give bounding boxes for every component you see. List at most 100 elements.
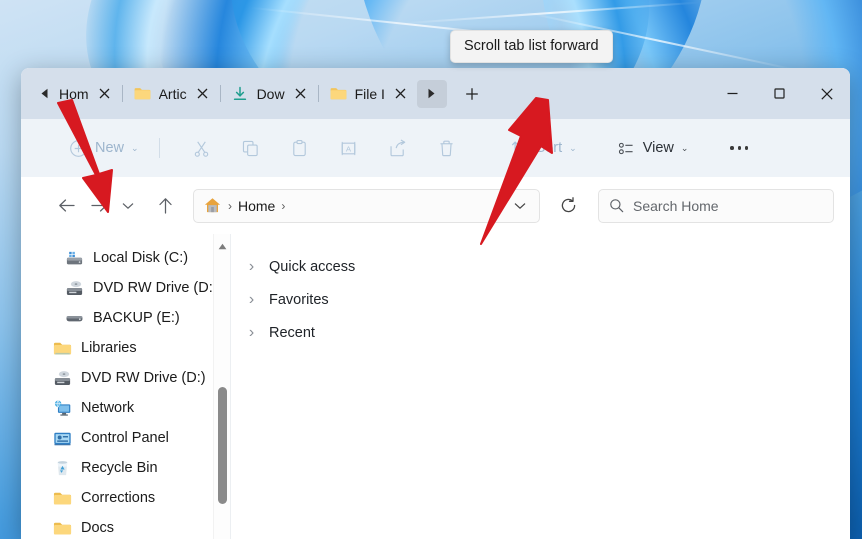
sort-button[interactable]: Sort ⌄ [502,131,585,165]
caret-left-icon [41,88,47,99]
sidebar-item-network[interactable]: Network [21,393,230,423]
view-label: View [642,140,674,156]
sidebar-item-backup-e[interactable]: BACKUP (E:) [21,303,230,333]
sidebar-item-label: Network [81,400,135,416]
tab-label: Hom [59,85,89,102]
chevron-right-icon: › [248,290,255,308]
refresh-button[interactable] [553,191,583,221]
plus-circle-icon [70,139,87,157]
toolbar-divider [158,138,160,158]
tab-separator [317,85,319,102]
close-icon [395,88,406,99]
copy-button[interactable] [233,131,268,165]
tab-file-explorer[interactable]: File I [320,76,417,112]
sidebar-item-label: Local Disk (C:) [93,250,189,266]
file-explorer-window: Hom Artic Dow File I New ⌄ A Sort ⌄ View… [21,68,850,539]
paste-icon [292,139,306,156]
svg-text:A: A [345,144,351,153]
navigation-pane: Local Disk (C:) DVD RW Drive (D:) BACKUP… [21,234,230,539]
chevron-down-icon: ⌄ [131,142,139,153]
back-button[interactable] [51,191,81,221]
tab-close-button[interactable] [289,82,313,106]
group-favorites[interactable]: › Favorites [245,283,850,316]
scroll-tab-list-forward-button[interactable] [416,79,447,108]
cut-icon [194,141,208,157]
tab-label: Artic [158,85,187,102]
downloads-icon [233,86,247,100]
chevron-down-icon: ⌄ [569,142,577,153]
share-button[interactable] [380,131,415,165]
title-bar: Hom Artic Dow File I [21,68,850,119]
breadcrumb-home[interactable]: Home [238,198,275,214]
sidebar-item-libraries[interactable]: Libraries [21,333,230,363]
view-icon [618,142,633,154]
maximize-button[interactable] [756,68,803,119]
content-pane: › Quick access › Favorites › Recent [230,234,850,539]
arrow-right-icon [90,199,107,212]
sidebar-scrollbar[interactable] [213,234,230,539]
sidebar-item-control-panel[interactable]: Control Panel [21,423,230,453]
share-icon [390,138,405,156]
minimize-button[interactable] [709,68,756,119]
tab-downloads[interactable]: Dow [222,76,317,112]
group-recent[interactable]: › Recent [245,316,850,349]
copy-icon [242,140,258,156]
forward-button[interactable] [84,191,114,221]
sidebar-item-dvd-rw-drive-d-2[interactable]: DVD RW Drive (D:) [21,363,230,393]
search-icon [610,199,624,213]
downloads-icon [232,85,249,102]
sidebar-item-label: Libraries [81,340,137,356]
rename-button[interactable]: A [331,131,366,165]
view-button[interactable]: View ⌄ [609,131,697,165]
tab-artic[interactable]: Artic [124,76,219,112]
chevron-down-icon [514,202,526,209]
tooltip: Scroll tab list forward [450,30,613,63]
new-label: New [95,140,125,156]
sidebar-item-corrections[interactable]: Corrections [21,483,230,513]
tab-close-button[interactable] [389,82,413,106]
rename-icon: A [341,141,355,155]
sort-icon [511,140,527,155]
new-tab-button[interactable] [457,80,487,108]
scroll-up-button[interactable] [214,239,230,253]
scrollbar-thumb[interactable] [218,387,227,504]
sidebar-item-label: Control Panel [81,430,169,446]
scroll-tab-list-backward-button[interactable] [29,80,59,108]
search-placeholder: Search Home [633,197,719,214]
sidebar-item-recycle-bin[interactable]: Recycle Bin [21,453,230,483]
maximize-icon [774,88,785,99]
group-quick-access[interactable]: › Quick access [245,250,850,283]
recycle-bin-icon [57,460,68,475]
delete-button[interactable] [429,131,464,165]
sidebar-item-dvd-rw-drive-d[interactable]: DVD RW Drive (D:) [21,273,230,303]
sort-label: Sort [535,140,563,156]
desktop-background: Scroll tab list forward Hom Artic Dow Fi… [0,0,862,539]
folder-icon [53,522,72,534]
sidebar-item-docs[interactable]: Docs [21,513,230,539]
control-panel-icon [54,432,71,445]
arrow-up-icon [158,198,172,214]
command-bar: New ⌄ A Sort ⌄ View ⌄ [21,119,850,177]
sidebar-item-label: DVD RW Drive (D:) [93,280,218,296]
tab-close-button[interactable] [191,82,215,106]
close-icon [820,87,833,100]
up-button[interactable] [150,191,180,221]
cut-button[interactable] [184,131,219,165]
tab-strip: Hom Artic Dow File I [59,76,709,112]
see-more-button[interactable] [722,131,756,165]
address-dropdown-button[interactable] [507,193,533,219]
sidebar-item-label: Recycle Bin [81,460,158,476]
caret-right-icon [428,88,435,99]
address-bar[interactable]: › Home › [193,188,540,223]
new-button[interactable]: New ⌄ [61,131,147,165]
search-box[interactable]: Search Home [598,188,834,223]
caret-up-icon [218,243,227,249]
paste-button[interactable] [282,131,317,165]
recent-locations-button[interactable] [117,191,139,221]
sidebar-item-local-disk-c[interactable]: Local Disk (C:) [21,243,230,273]
chevron-right-icon: › [248,257,255,275]
plus-icon [466,87,478,100]
close-button[interactable] [803,68,850,119]
tab-close-button[interactable] [93,82,117,106]
tab-home[interactable]: Hom [59,76,121,112]
